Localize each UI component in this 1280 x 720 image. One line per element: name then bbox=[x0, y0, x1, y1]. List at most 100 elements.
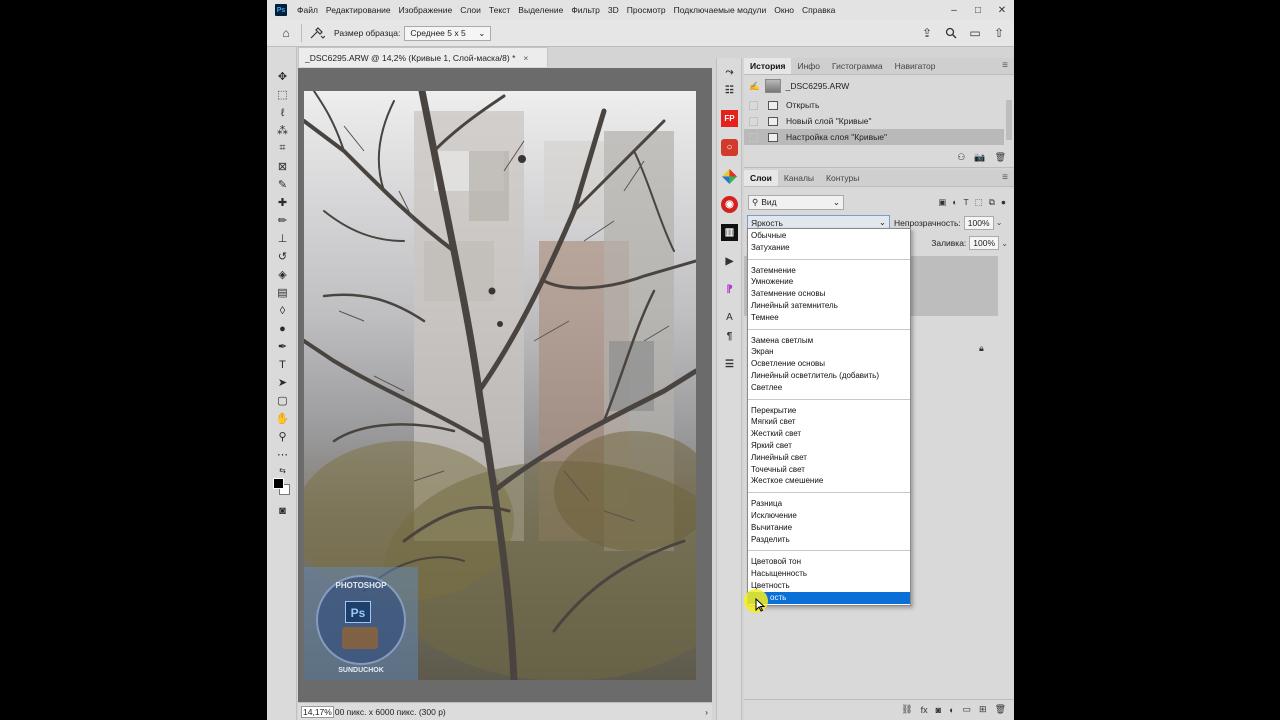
layer-filter-select[interactable]: ⚲ Вид ⌄ bbox=[748, 194, 844, 210]
blend-option[interactable]: Мягкий свет bbox=[748, 416, 910, 428]
canvas-area[interactable]: PHOTOSHOP Ps SUNDUCHOK bbox=[298, 68, 712, 702]
filter-smart-object-icon[interactable]: ⧉ bbox=[989, 197, 995, 208]
menu-filter[interactable]: Фильтр bbox=[567, 5, 604, 15]
history-source-checkbox[interactable] bbox=[749, 132, 758, 142]
history-step[interactable]: Новый слой "Кривые" bbox=[744, 113, 1004, 129]
blend-option[interactable]: Жесткий свет bbox=[748, 428, 910, 440]
healing-brush-icon[interactable]: ✚ bbox=[275, 195, 290, 210]
quick-mask-icon[interactable]: ◙ bbox=[275, 503, 290, 518]
filter-toggle-icon[interactable]: ● bbox=[1001, 197, 1006, 208]
circle-plugin-icon[interactable]: ○ bbox=[721, 139, 738, 156]
blend-option[interactable]: Экран bbox=[748, 346, 910, 358]
stamp-tool-icon[interactable]: ⊥ bbox=[275, 231, 290, 246]
rectangle-tool-icon[interactable]: ▢ bbox=[275, 393, 290, 408]
menu-image[interactable]: Изображение bbox=[395, 5, 457, 15]
chevron-down-icon[interactable]: ⌄ bbox=[996, 218, 1003, 227]
history-brush-icon[interactable]: ↺ bbox=[275, 249, 290, 264]
crop-tool-icon[interactable]: ⌗ bbox=[275, 141, 290, 156]
filter-adjustment-icon[interactable]: ◐ bbox=[952, 197, 957, 208]
tab-layers[interactable]: Слои bbox=[744, 170, 778, 186]
fill-input[interactable]: 100% bbox=[969, 236, 1000, 250]
fp-plugin-icon[interactable]: FP bbox=[721, 110, 738, 127]
blend-option[interactable]: Осветление основы bbox=[748, 358, 910, 370]
blend-option[interactable]: Обычные bbox=[748, 230, 910, 242]
blend-option-selected[interactable]: ость bbox=[748, 591, 910, 604]
menu-window[interactable]: Окно bbox=[770, 5, 798, 15]
blend-option[interactable]: Умножение bbox=[748, 276, 910, 288]
share-icon[interactable]: ⇪ bbox=[916, 23, 938, 43]
menu-text[interactable]: Текст bbox=[485, 5, 514, 15]
history-source-checkbox[interactable] bbox=[749, 116, 758, 126]
blend-option[interactable]: Темнее bbox=[748, 312, 910, 324]
history-source-checkbox[interactable] bbox=[749, 100, 758, 110]
path-selection-icon[interactable]: ➤ bbox=[275, 375, 290, 390]
tab-histogram[interactable]: Гистограмма bbox=[826, 58, 889, 74]
color-wheel-plugin-icon[interactable] bbox=[721, 168, 738, 185]
zoom-tool-icon[interactable]: ⚲ bbox=[275, 429, 290, 444]
maximize-button[interactable]: □ bbox=[966, 0, 990, 20]
trash-icon[interactable]: 🗑 bbox=[995, 152, 1006, 163]
dodge-tool-icon[interactable]: ● bbox=[275, 321, 290, 336]
actions-play-icon[interactable]: ▶ bbox=[721, 253, 738, 270]
type-tool-icon[interactable]: T bbox=[275, 357, 290, 372]
sample-size-select[interactable]: Среднее 5 x 5 ⌄ bbox=[404, 25, 492, 41]
tab-info[interactable]: Инфо bbox=[791, 58, 826, 74]
menu-file[interactable]: Файл bbox=[293, 5, 322, 15]
tab-paths[interactable]: Контуры bbox=[820, 170, 865, 186]
zoom-level[interactable]: 14,17% bbox=[301, 705, 334, 718]
history-snapshot[interactable]: ✍ _DSC6295.ARW bbox=[744, 75, 1014, 97]
blend-option[interactable]: Точечный свет bbox=[748, 464, 910, 476]
history-scrollbar[interactable] bbox=[1006, 100, 1012, 140]
magic-wand-icon[interactable]: ⁂ bbox=[275, 123, 290, 138]
panel-menu-icon[interactable]: ≡ bbox=[1002, 60, 1014, 74]
opacity-input[interactable]: 100% bbox=[963, 215, 994, 230]
blend-option[interactable]: Цветность bbox=[748, 580, 910, 592]
blend-option[interactable]: Перекрытие bbox=[748, 405, 910, 417]
menu-layers[interactable]: Слои bbox=[456, 5, 485, 15]
history-step-selected[interactable]: Настройка слоя "Кривые" bbox=[744, 129, 1004, 145]
menu-plugins[interactable]: Подключаемые модули bbox=[670, 5, 771, 15]
close-window-button[interactable]: ✕ bbox=[990, 0, 1014, 20]
history-step[interactable]: Открыть bbox=[744, 97, 1004, 113]
photo-canvas[interactable]: PHOTOSHOP Ps SUNDUCHOK bbox=[304, 91, 696, 680]
blend-option[interactable]: Жесткое смешение bbox=[748, 475, 910, 487]
blend-option[interactable]: Насыщенность bbox=[748, 568, 910, 580]
menu-select[interactable]: Выделение bbox=[514, 5, 567, 15]
gradient-tool-icon[interactable]: ▤ bbox=[275, 285, 290, 300]
pen-tool-icon[interactable]: ✒ bbox=[275, 339, 290, 354]
frame-tool-icon[interactable]: ⊠ bbox=[275, 159, 290, 174]
menu-view[interactable]: Просмотр bbox=[623, 5, 670, 15]
chevron-down-icon[interactable]: ⌄ bbox=[1001, 239, 1008, 248]
red-plugin-icon[interactable]: ◉ bbox=[721, 196, 738, 213]
add-mask-icon[interactable]: ◙ bbox=[936, 705, 941, 715]
new-document-from-state-icon[interactable]: ⚇ bbox=[957, 152, 965, 163]
fx-icon[interactable]: fx bbox=[921, 705, 928, 715]
filter-type-icon[interactable]: T bbox=[964, 197, 969, 208]
filter-shape-icon[interactable]: ⬚ bbox=[975, 197, 983, 208]
menu-help[interactable]: Справка bbox=[798, 5, 839, 15]
home-icon[interactable]: ⌂ bbox=[275, 23, 297, 43]
marquee-tool-icon[interactable]: ⬚ bbox=[275, 87, 290, 102]
blend-option[interactable]: Замена светлым bbox=[748, 335, 910, 347]
blend-option[interactable]: Разница bbox=[748, 498, 910, 510]
eyedropper-tool-icon[interactable]: ✎ bbox=[275, 177, 290, 192]
blur-tool-icon[interactable]: ◊ bbox=[275, 303, 290, 318]
blend-option[interactable]: Яркий свет bbox=[748, 440, 910, 452]
search-icon[interactable] bbox=[940, 23, 962, 43]
character-panel-icon[interactable]: A bbox=[721, 309, 738, 326]
tab-history[interactable]: История bbox=[744, 58, 792, 74]
blend-option[interactable]: Линейный осветлитель (добавить) bbox=[748, 370, 910, 382]
blend-option[interactable]: Разделить bbox=[748, 534, 910, 546]
camera-icon[interactable]: 📷 bbox=[974, 152, 985, 163]
menu-edit[interactable]: Редактирование bbox=[322, 5, 395, 15]
adjust-panel-icon[interactable]: ☷ bbox=[721, 82, 738, 99]
plugin-purple-icon[interactable]: ⁋ bbox=[721, 281, 738, 298]
blend-option[interactable]: Цветовой тон bbox=[748, 556, 910, 568]
tab-channels[interactable]: Каналы bbox=[778, 170, 820, 186]
status-menu-icon[interactable]: › bbox=[705, 707, 712, 717]
menu-3d[interactable]: 3D bbox=[604, 5, 623, 15]
paragraph-panel-icon[interactable]: ¶ bbox=[721, 328, 738, 345]
blend-option[interactable]: Линейный затемнитель bbox=[748, 300, 910, 312]
black-plugin-icon[interactable]: ▥ bbox=[721, 224, 738, 241]
minimize-button[interactable]: – bbox=[942, 0, 966, 20]
